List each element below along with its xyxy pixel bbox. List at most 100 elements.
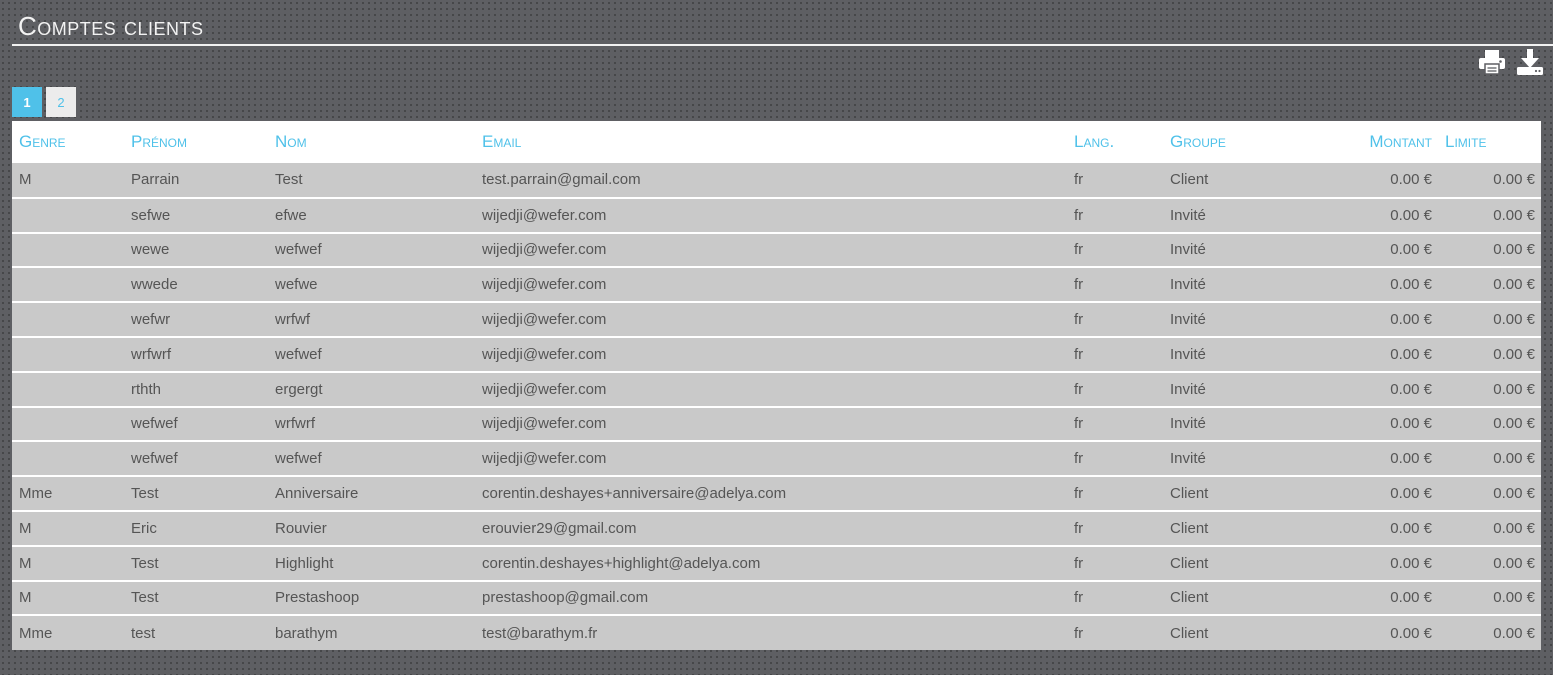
table-row[interactable]: sefwe efwe wijedji@wefer.com fr Invité 0.00 €… bbox=[12, 197, 1541, 233]
title-bar: Comptes clients bbox=[12, 0, 1553, 46]
print-icon bbox=[1479, 50, 1505, 75]
table-row[interactable]: wwede wefwe wijedji@wefer.com fr Invité 0.00 … bbox=[12, 267, 1541, 303]
cell-lang: fr bbox=[1074, 206, 1084, 224]
cell-montant: 0.00 € bbox=[1390, 624, 1432, 642]
column-header-lang[interactable]: Lang. bbox=[1067, 121, 1163, 163]
cell-lang: fr bbox=[1074, 450, 1084, 468]
page-2-button[interactable]: 2 bbox=[46, 87, 76, 117]
cell-genre bbox=[12, 198, 124, 233]
table-row[interactable]: wewe wefwef wijedji@wefer.com fr Invité 0.00 … bbox=[12, 232, 1541, 268]
cell-email: wijedji@wefer.com bbox=[482, 241, 607, 259]
column-header-genre[interactable]: Genre bbox=[12, 121, 124, 163]
table-row[interactable]: wefwr wrfwf wijedji@wefer.com fr Invité 0.00 … bbox=[12, 302, 1541, 337]
cell-limite: 0.00 € bbox=[1493, 206, 1535, 224]
column-header-nom[interactable]: Nom bbox=[268, 121, 475, 163]
column-header-montant[interactable]: Montant bbox=[1308, 121, 1438, 163]
cell-genre bbox=[12, 337, 124, 372]
cell-limite: 0.00 € bbox=[1493, 380, 1535, 398]
cell-limite: 0.00 € bbox=[1493, 519, 1535, 537]
table-row[interactable]: M Test Prestashoop prestashoop@gmail.com fr C… bbox=[12, 580, 1541, 616]
cell-lang: fr bbox=[1074, 171, 1084, 189]
cell-limite: 0.00 € bbox=[1493, 554, 1535, 572]
cell-email: wijedji@wefer.com bbox=[482, 380, 607, 398]
table-row[interactable]: M Eric Rouvier erouvier29@gmail.com fr Client… bbox=[12, 510, 1541, 546]
cell-montant: 0.00 € bbox=[1390, 415, 1432, 433]
cell-prenom: rthth bbox=[131, 380, 162, 398]
cell-nom: wefwef bbox=[275, 450, 322, 468]
cell-prenom: wefwef bbox=[131, 450, 178, 468]
cell-genre: Mme bbox=[19, 624, 53, 642]
download-button[interactable] bbox=[1515, 47, 1545, 77]
cell-prenom: Parrain bbox=[131, 171, 180, 189]
cell-genre: M bbox=[19, 171, 32, 189]
cell-limite: 0.00 € bbox=[1493, 276, 1535, 294]
table-row[interactable]: M Parrain Test test.parrain@gmail.com fr Clie… bbox=[12, 163, 1541, 198]
cell-genre bbox=[12, 372, 124, 407]
table-row[interactable]: M Test Highlight corentin.deshayes+highligh… bbox=[12, 545, 1541, 581]
cell-prenom: wefwef bbox=[131, 415, 178, 433]
page-1-button[interactable]: 1 bbox=[12, 87, 42, 117]
cell-lang: fr bbox=[1074, 311, 1084, 329]
cell-genre bbox=[12, 441, 124, 476]
column-header-groupe[interactable]: Groupe bbox=[1163, 121, 1308, 163]
cell-limite: 0.00 € bbox=[1493, 241, 1535, 259]
table-row[interactable]: rthth ergergt wijedji@wefer.com fr Invité 0.0… bbox=[12, 371, 1541, 407]
cell-groupe: Client bbox=[1170, 485, 1209, 503]
cell-lang: fr bbox=[1074, 589, 1084, 607]
cell-groupe: Invité bbox=[1170, 206, 1206, 224]
cell-montant: 0.00 € bbox=[1390, 450, 1432, 468]
cell-nom: Anniversaire bbox=[275, 485, 359, 503]
cell-groupe: Client bbox=[1170, 519, 1209, 537]
table-row[interactable]: Mme Test Anniversaire corentin.deshayes+ann… bbox=[12, 476, 1541, 511]
column-header-limite[interactable]: Limite bbox=[1438, 121, 1541, 163]
cell-genre bbox=[12, 233, 124, 268]
table-row[interactable]: Mme test barathym test@barathym.fr fr Client 0… bbox=[12, 615, 1541, 651]
cell-montant: 0.00 € bbox=[1390, 485, 1432, 503]
cell-limite: 0.00 € bbox=[1493, 589, 1535, 607]
cell-email: wijedji@wefer.com bbox=[482, 415, 607, 433]
table-row[interactable]: wefwef wrfwrf wijedji@wefer.com fr Invité 0.0… bbox=[12, 406, 1541, 442]
table-body: M Parrain Test test.parrain@gmail.com fr Clie… bbox=[12, 163, 1541, 651]
cell-lang: fr bbox=[1074, 485, 1084, 503]
cell-montant: 0.00 € bbox=[1390, 311, 1432, 329]
cell-groupe: Invité bbox=[1170, 450, 1206, 468]
column-header-prenom[interactable]: Prénom bbox=[124, 121, 268, 163]
cell-montant: 0.00 € bbox=[1390, 206, 1432, 224]
cell-email: erouvier29@gmail.com bbox=[482, 519, 637, 537]
cell-montant: 0.00 € bbox=[1390, 380, 1432, 398]
cell-lang: fr bbox=[1074, 241, 1084, 259]
cell-prenom: wewe bbox=[131, 241, 170, 259]
cell-lang: fr bbox=[1074, 519, 1084, 537]
cell-email: wijedji@wefer.com bbox=[482, 311, 607, 329]
cell-nom: Rouvier bbox=[275, 519, 327, 537]
cell-lang: fr bbox=[1074, 624, 1084, 642]
cell-nom: wefwe bbox=[275, 276, 318, 294]
cell-email: test.parrain@gmail.com bbox=[482, 171, 641, 189]
cell-groupe: Client bbox=[1170, 624, 1209, 642]
cell-email: wijedji@wefer.com bbox=[482, 276, 607, 294]
cell-prenom: Test bbox=[131, 589, 159, 607]
cell-nom: Highlight bbox=[275, 554, 334, 572]
table-row[interactable]: wrfwrf wefwef wijedji@wefer.com fr Invité 0.0… bbox=[12, 336, 1541, 372]
cell-genre bbox=[12, 267, 124, 302]
cell-lang: fr bbox=[1074, 276, 1084, 294]
table-row[interactable]: wefwef wefwef wijedji@wefer.com fr Invité 0.0… bbox=[12, 441, 1541, 477]
toolbar bbox=[1477, 46, 1545, 78]
cell-nom: Test bbox=[275, 171, 303, 189]
print-button[interactable] bbox=[1477, 47, 1507, 77]
cell-prenom: Eric bbox=[131, 519, 157, 537]
cell-montant: 0.00 € bbox=[1390, 519, 1432, 537]
cell-genre: Mme bbox=[19, 485, 53, 503]
cell-prenom: sefwe bbox=[131, 206, 171, 224]
cell-nom: wefwef bbox=[275, 345, 322, 363]
cell-nom: wrfwf bbox=[275, 311, 310, 329]
cell-email: wijedji@wefer.com bbox=[482, 450, 607, 468]
cell-prenom: wefwr bbox=[131, 311, 171, 329]
column-header-email[interactable]: Email bbox=[475, 121, 1067, 163]
cell-groupe: Invité bbox=[1170, 276, 1206, 294]
cell-limite: 0.00 € bbox=[1493, 415, 1535, 433]
pagination: 1 2 bbox=[12, 87, 76, 117]
cell-groupe: Client bbox=[1170, 171, 1209, 189]
page-title: Comptes clients bbox=[18, 11, 204, 41]
cell-limite: 0.00 € bbox=[1493, 450, 1535, 468]
